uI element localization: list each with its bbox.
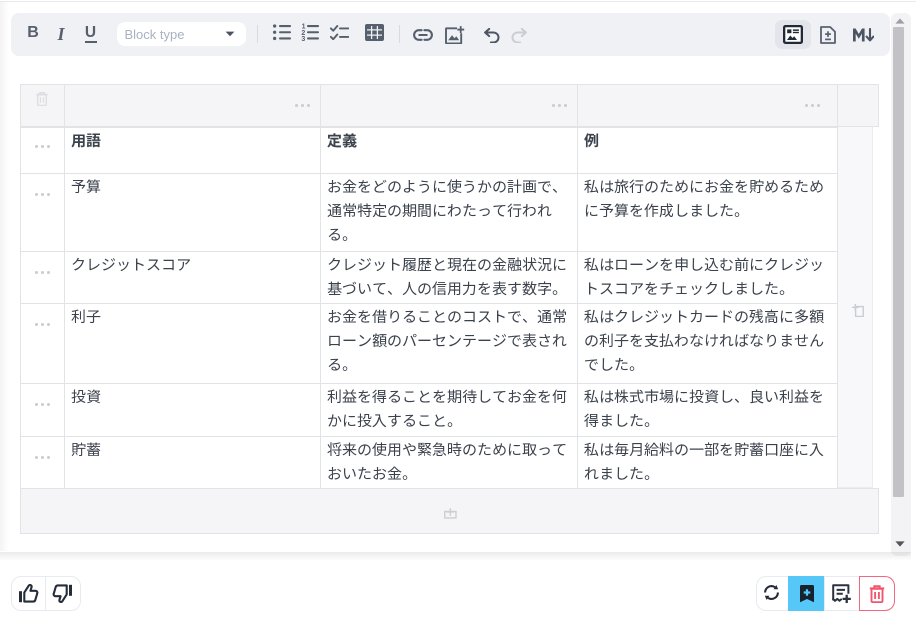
svg-text:3: 3 [301, 36, 305, 42]
